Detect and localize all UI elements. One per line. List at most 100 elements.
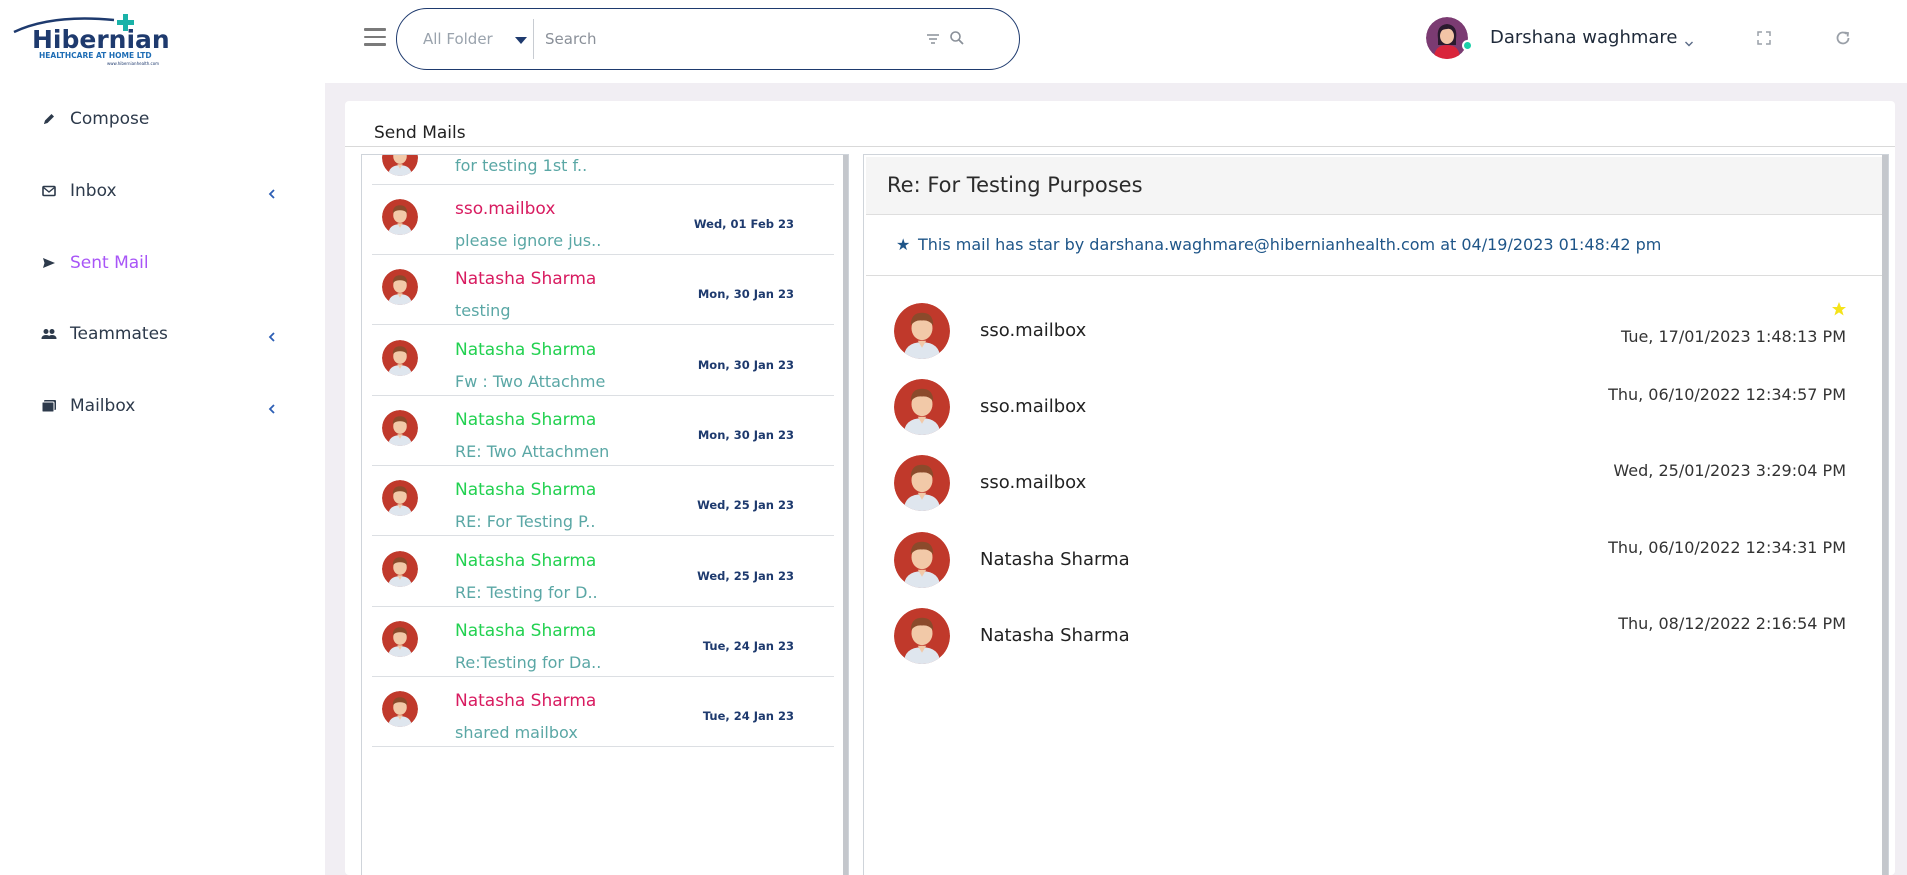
reading-pane-scrollbar[interactable] <box>1882 155 1888 875</box>
reading-pane-header: Re: For Testing Purposes <box>866 157 1882 215</box>
envelope-icon <box>40 182 58 200</box>
sidebar: Hibernian HEALTHCARE AT HOME LTD www.hib… <box>0 0 325 875</box>
chevron-left-icon[interactable] <box>266 185 278 199</box>
caret-down-icon[interactable] <box>515 37 527 44</box>
svg-text:Hibernian: Hibernian <box>32 25 170 54</box>
page-title: Send Mails <box>374 123 466 143</box>
mail-sender: Natasha Sharma <box>455 409 597 430</box>
mail-list-item[interactable]: Natasha Sharma testing Mon, 30 Jan 23 <box>372 255 834 326</box>
mail-subject: RE: For Testing P.. <box>455 512 596 532</box>
star-note: ★ This mail has star by darshana.waghmare… <box>896 235 1661 254</box>
thread-message[interactable]: Natasha Sharma Thu, 06/10/2022 12:34:31 P… <box>864 531 1880 612</box>
user-avatar <box>1426 17 1468 59</box>
reading-pane: Re: For Testing Purposes ★ This mail has … <box>863 154 1889 875</box>
sidebar-item-label: Teammates <box>70 324 168 344</box>
mail-subject: please ignore jus.. <box>455 231 602 250</box>
star-icon: ★ <box>896 235 911 254</box>
thread-sender: Natasha Sharma <box>980 548 1130 570</box>
refresh-icon[interactable] <box>1834 29 1852 47</box>
fullscreen-icon[interactable] <box>1756 30 1772 46</box>
chevron-down-icon[interactable] <box>1684 34 1694 47</box>
mail-list-item[interactable]: Natasha Sharma RE: Two Attachmen Mon, 30 J… <box>372 396 834 466</box>
mail-date: Tue, 24 Jan 23 <box>702 709 794 724</box>
thread-sender: sso.mailbox <box>980 320 1087 341</box>
folder-select-value: All Folder <box>423 30 493 48</box>
avatar <box>382 480 418 517</box>
mail-sender: Natasha Sharma <box>455 480 597 501</box>
mail-date: Mon, 30 Jan 23 <box>697 287 794 302</box>
avatar <box>382 409 418 446</box>
folders-icon <box>40 397 58 415</box>
search-icon[interactable] <box>949 30 965 46</box>
sidebar-item-inbox[interactable]: Inbox <box>0 166 325 216</box>
thread-date: Tue, 17/01/2023 1:48:13 PM <box>1620 327 1846 346</box>
mail-subject: Fw : Two Attachme <box>455 371 606 391</box>
avatar <box>382 155 418 176</box>
star-icon[interactable] <box>1831 301 1847 317</box>
avatar <box>382 550 418 587</box>
mail-list-item[interactable]: Natasha Sharma Fw : Two Attachme Mon, 30 J… <box>372 326 834 396</box>
thread-message[interactable]: sso.mailbox Thu, 06/10/2022 12:34:57 PM <box>864 379 1880 459</box>
avatar <box>894 379 950 436</box>
pencil-icon <box>40 110 58 128</box>
thread-sender: sso.mailbox <box>980 472 1087 494</box>
mail-list-item[interactable]: Natasha Sharma RE: For Testing P.. Wed, 25… <box>372 466 834 537</box>
search-input[interactable] <box>545 21 915 57</box>
send-icon <box>40 254 58 272</box>
search-bar: All Folder <box>396 8 1020 70</box>
mail-date: Mon, 30 Jan 23 <box>697 357 794 372</box>
avatar <box>894 531 950 588</box>
sidebar-item-teammates[interactable]: Teammates <box>0 309 325 359</box>
thread-sender: Natasha Sharma <box>980 624 1130 646</box>
sidebar-item-label: Sent Mail <box>70 253 149 273</box>
avatar <box>894 455 950 512</box>
sidebar-item-sent-mail[interactable]: Sent Mail <box>0 238 325 288</box>
mail-sender: Natasha Sharma <box>455 620 597 641</box>
mail-subject: for testing 1st f.. <box>455 156 588 175</box>
mail-list-item[interactable]: Natasha Sharma Re:Testing for Da.. Tue, 24… <box>372 607 834 677</box>
hamburger-menu-icon[interactable] <box>364 28 388 50</box>
mail-sender: Natasha Sharma <box>455 550 597 571</box>
mail-subject: shared mailbox <box>455 723 578 743</box>
search-divider <box>533 19 534 59</box>
thread-message[interactable]: Natasha Sharma Thu, 08/12/2022 2:16:54 PM <box>864 607 1880 688</box>
avatar <box>382 691 418 728</box>
mail-date: Wed, 25 Jan 23 <box>697 498 794 513</box>
mail-date: Tue, 24 Jan 23 <box>702 638 794 653</box>
thread-message[interactable]: sso.mailbox Wed, 25/01/2023 3:29:04 PM <box>864 455 1880 535</box>
mail-date: Wed, 01 Feb 23 <box>693 217 794 231</box>
mail-date: Mon, 30 Jan 23 <box>697 427 794 442</box>
mail-sender: Natasha Sharma <box>455 269 597 290</box>
mail-list-item[interactable]: sso.mailbox please ignore jus.. Wed, 01 Fe… <box>372 185 834 255</box>
svg-text:www.hibernianhealth.com: www.hibernianhealth.com <box>107 61 159 66</box>
chevron-left-icon[interactable] <box>266 328 278 342</box>
mail-sender: Natasha Sharma <box>455 691 597 712</box>
online-status-dot <box>1462 40 1473 51</box>
sidebar-item-mailbox[interactable]: Mailbox <box>0 381 325 431</box>
people-icon <box>40 325 58 343</box>
chevron-left-icon[interactable] <box>266 400 278 414</box>
hibernian-logo[interactable]: Hibernian HEALTHCARE AT HOME LTD www.hib… <box>12 10 172 70</box>
star-note-text: This mail has star by darshana.waghmare@… <box>918 235 1662 254</box>
user-menu[interactable]: Darshana waghmare <box>1426 17 1706 61</box>
mail-sender: sso.mailbox <box>455 199 556 219</box>
thread-sender: sso.mailbox <box>980 396 1087 418</box>
mail-list-scrollbar[interactable] <box>843 155 848 875</box>
mail-subject-title: Re: For Testing Purposes <box>887 173 1143 197</box>
mail-list-item[interactable]: Natasha Sharma RE: Testing for D.. Wed, 25… <box>372 537 834 607</box>
title-divider <box>345 146 1895 147</box>
sidebar-item-label: Compose <box>70 109 150 129</box>
avatar <box>382 269 418 306</box>
filter-icon[interactable] <box>925 31 941 47</box>
mail-sender: Natasha Sharma <box>455 339 597 360</box>
mail-subject: Re:Testing for Da.. <box>455 652 602 672</box>
avatar <box>382 620 418 657</box>
user-name: Darshana waghmare <box>1490 27 1678 48</box>
sidebar-item-compose[interactable]: Compose <box>0 94 325 144</box>
mail-list-item[interactable]: Natasha Sharma shared mailbox Tue, 24 Jan … <box>372 677 834 748</box>
avatar <box>382 339 418 376</box>
avatar <box>382 199 418 235</box>
thread-message[interactable]: sso.mailbox Tue, 17/01/2023 1:48:13 PM <box>864 301 1880 383</box>
mail-list-item-partial[interactable]: for testing 1st f.. <box>372 155 834 185</box>
thread-date: Thu, 06/10/2022 12:34:57 PM <box>1608 385 1846 405</box>
